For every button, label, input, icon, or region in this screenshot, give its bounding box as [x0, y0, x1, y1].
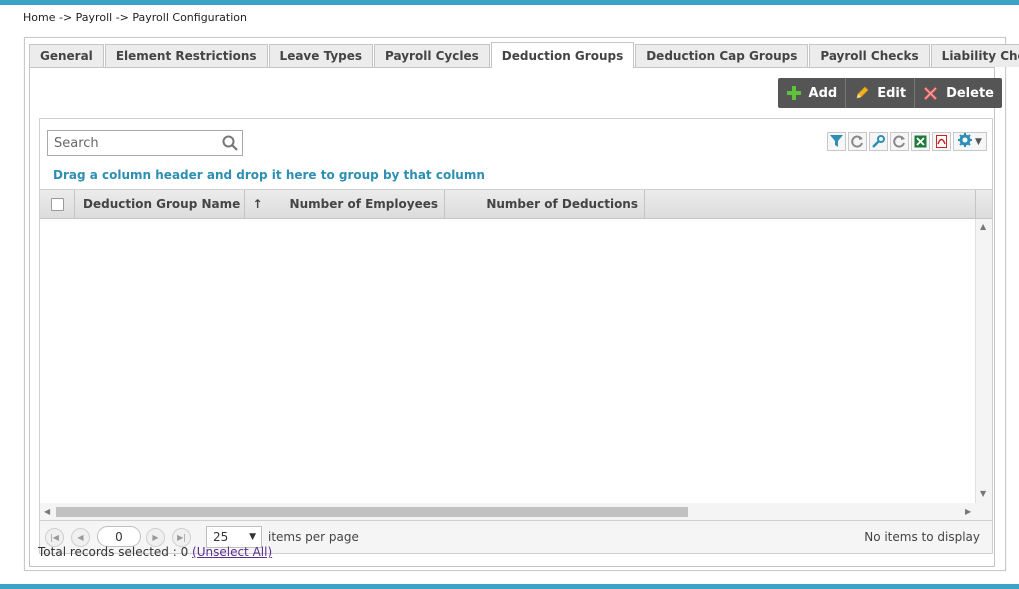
breadcrumb: Home -> Payroll -> Payroll Configuration [23, 11, 247, 24]
column-header-filler [645, 190, 976, 218]
plus-icon [786, 85, 802, 101]
pager-info: No items to display [864, 530, 980, 544]
horizontal-scroll-thumb[interactable] [56, 507, 688, 517]
column-header-label: Number of Employees [289, 197, 438, 211]
chevron-down-icon: ▼ [975, 136, 982, 147]
grid-toolbar: Drag a column header and drop it here to… [40, 119, 992, 189]
vertical-scrollbar[interactable]: ▲ ▼ [975, 219, 992, 506]
top-accent-bar [0, 0, 1019, 5]
pdf-export-icon[interactable] [932, 132, 951, 151]
horizontal-scrollbar[interactable]: ◀ ▶ [40, 503, 992, 520]
page-number-input[interactable]: 0 [97, 526, 141, 547]
last-page-icon: ▶| [177, 533, 186, 542]
edit-button[interactable]: Edit [846, 78, 916, 108]
tab-liability-checks[interactable]: Liability Checks [930, 44, 1019, 67]
tab-payroll-cycles[interactable]: Payroll Cycles [374, 44, 490, 67]
column-header-label: Deduction Group Name [83, 197, 241, 211]
scroll-left-icon[interactable]: ◀ [44, 507, 50, 516]
tab-general[interactable]: General [29, 44, 104, 67]
search-box [47, 130, 243, 156]
tab-strip: General Element Restrictions Leave Types… [29, 42, 1019, 68]
delete-x-icon [923, 85, 939, 101]
breadcrumb-current: Payroll Configuration [132, 11, 247, 24]
reset-layout-icon[interactable] [890, 132, 909, 151]
items-per-page-label: items per page [268, 530, 359, 544]
tab-leave-types[interactable]: Leave Types [268, 44, 374, 67]
chevron-down-icon: ▼ [249, 532, 256, 542]
reset-filter-icon[interactable] [848, 132, 867, 151]
filter-icon[interactable] [827, 132, 846, 151]
excel-export-icon[interactable] [911, 132, 930, 151]
page-size-value: 25 [213, 530, 229, 544]
scroll-up-icon[interactable]: ▲ [980, 222, 986, 231]
settings-menu-button[interactable]: ▼ [953, 132, 987, 151]
delete-button-label: Delete [946, 85, 994, 101]
pencil-icon [854, 85, 870, 101]
total-selected-label: Total records selected : 0 [38, 545, 189, 559]
grid-body [40, 219, 992, 506]
scroll-down-icon[interactable]: ▼ [980, 489, 986, 498]
breadcrumb-home[interactable]: Home [23, 11, 55, 24]
deduction-groups-tab-content: Add Edit Delete Search Drag a column hea… [29, 67, 1002, 567]
column-header-label: Number of Deductions [486, 197, 638, 211]
search-icon[interactable] [222, 135, 238, 151]
grid-header: Deduction Group Name ↑ Number of Employe… [40, 189, 992, 219]
action-toolbar: Add Edit Delete [777, 78, 1002, 108]
breadcrumb-payroll[interactable]: Payroll [76, 11, 113, 24]
search-input[interactable] [48, 131, 230, 155]
group-by-hint: Drag a column header and drop it here to… [53, 168, 485, 182]
payroll-configuration-panel: General Element Restrictions Leave Types… [24, 37, 1019, 571]
edit-button-label: Edit [877, 85, 907, 101]
tab-deduction-groups[interactable]: Deduction Groups [490, 42, 635, 68]
grid-tools: ▼ [827, 132, 987, 151]
column-header-number-of-employees[interactable]: Number of Employees [245, 190, 445, 218]
tab-element-restrictions[interactable]: Element Restrictions [104, 44, 268, 67]
selection-footer: Total records selected : 0 (Unselect All… [38, 545, 272, 559]
tab-deduction-cap-groups[interactable]: Deduction Cap Groups [635, 44, 809, 67]
unselect-all-link[interactable]: (Unselect All) [192, 545, 272, 559]
next-page-icon: ▶ [152, 533, 159, 542]
bottom-accent-bar [0, 584, 1019, 589]
select-all-cell [40, 190, 75, 218]
gear-icon [958, 133, 973, 150]
previous-page-icon: ◀ [77, 533, 84, 542]
deduction-groups-grid: Drag a column header and drop it here to… [39, 118, 993, 554]
scroll-right-icon[interactable]: ▶ [965, 507, 971, 516]
select-all-checkbox[interactable] [50, 197, 64, 211]
delete-button[interactable]: Delete [915, 78, 1002, 108]
tab-payroll-checks[interactable]: Payroll Checks [809, 44, 930, 67]
add-button[interactable]: Add [778, 78, 847, 108]
wrench-icon[interactable] [869, 132, 888, 151]
first-page-icon: |◀ [50, 533, 59, 542]
column-header-number-of-deductions[interactable]: Number of Deductions [445, 190, 645, 218]
add-button-label: Add [808, 85, 838, 101]
breadcrumb-separator: -> [115, 11, 129, 24]
breadcrumb-separator: -> [58, 11, 73, 24]
column-header-deduction-group-name[interactable]: Deduction Group Name ↑ [75, 190, 263, 218]
